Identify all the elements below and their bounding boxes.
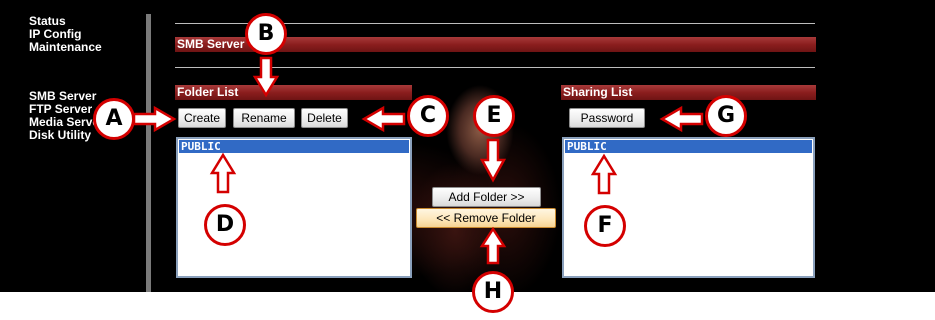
callout-c: C (407, 95, 449, 137)
remove-folder-button[interactable]: << Remove Folder (416, 208, 556, 228)
delete-button[interactable]: Delete (301, 108, 348, 128)
password-button[interactable]: Password (569, 108, 645, 128)
background-photo (395, 60, 565, 292)
folder-list-header: Folder List (175, 85, 412, 100)
nas-admin-screen: Status IP Config Maintenance SMB Server … (0, 0, 935, 292)
nav-divider (146, 14, 151, 292)
sharing-list-item[interactable]: PUBLIC (565, 140, 812, 153)
callout-f: F (584, 205, 626, 247)
callout-e: E (473, 95, 515, 137)
create-button[interactable]: Create (178, 108, 226, 128)
sidebar-nav: Status IP Config Maintenance SMB Server … (0, 0, 146, 292)
callout-d: D (204, 204, 246, 246)
callout-a: A (93, 98, 135, 140)
rename-button[interactable]: Rename (233, 108, 295, 128)
sharing-list-header: Sharing List (561, 85, 816, 100)
nav-item-maintenance[interactable]: Maintenance (29, 41, 102, 54)
divider-line (175, 67, 815, 68)
folder-list-item[interactable]: PUBLIC (179, 140, 409, 153)
callout-h: H (472, 271, 514, 313)
nav-item-disk-utility[interactable]: Disk Utility (29, 129, 91, 142)
add-folder-button[interactable]: Add Folder >> (432, 187, 541, 207)
callout-g: G (705, 95, 747, 137)
callout-b: B (245, 13, 287, 55)
